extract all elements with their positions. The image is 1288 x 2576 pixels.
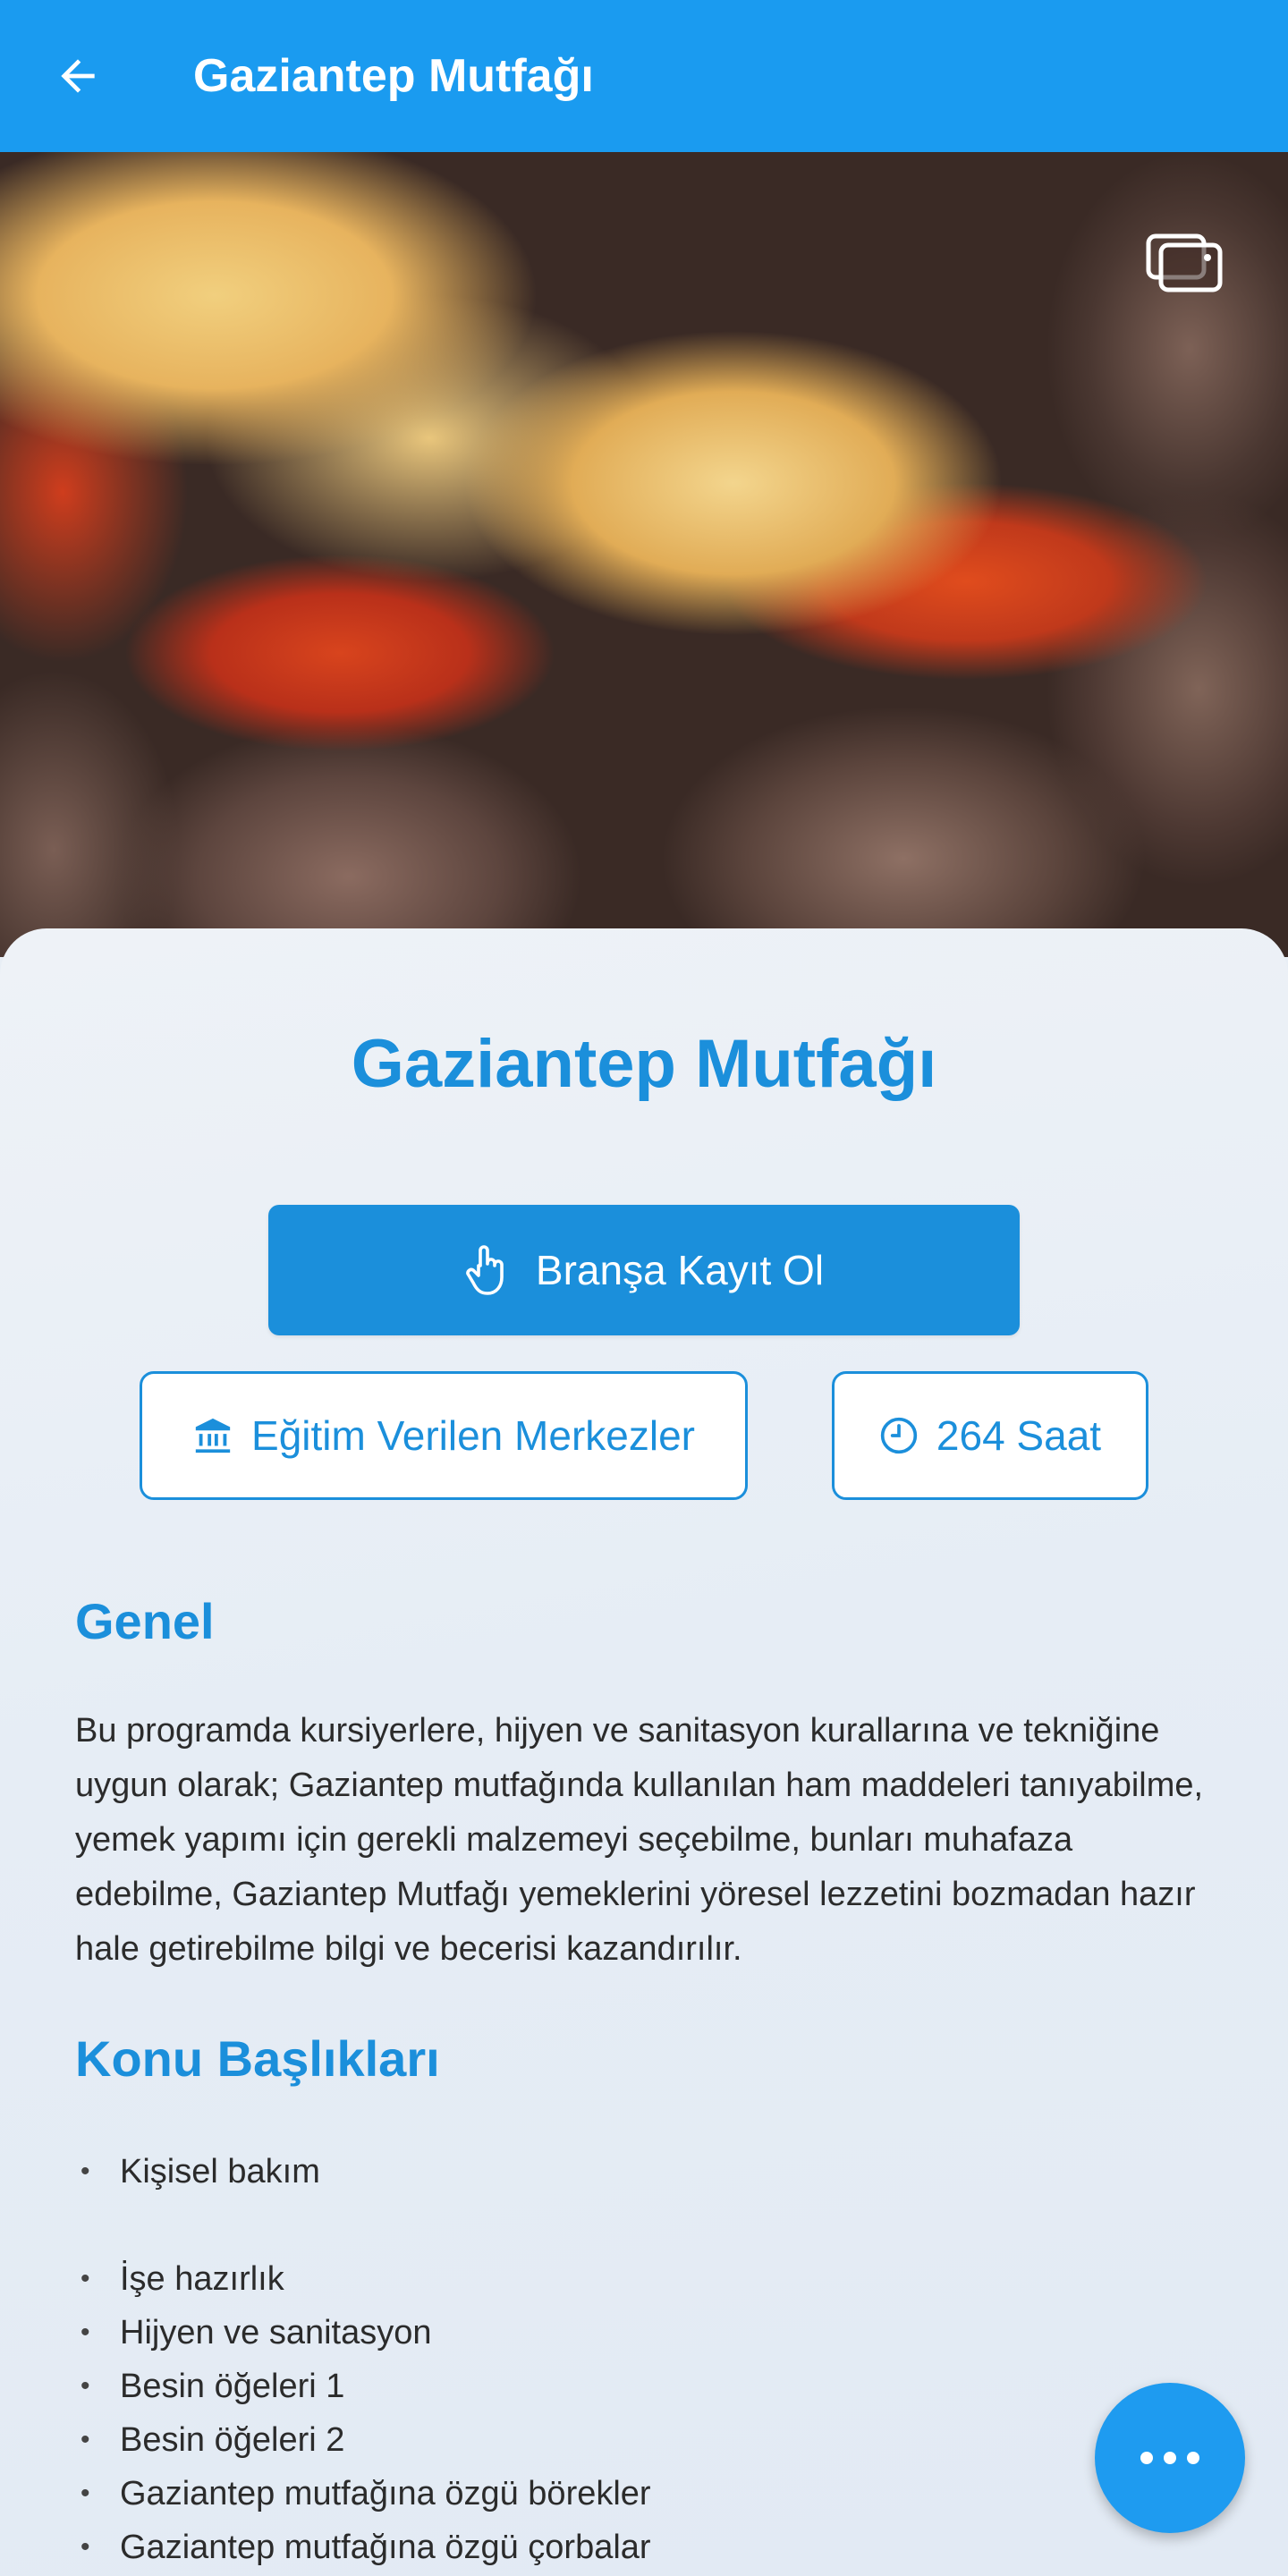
topics-list: • Kişisel bakım • İşe hazırlık • Hijyen ve …	[80, 2145, 1064, 2574]
list-item: • Gaziantep mutfağına özgü çorbalar	[80, 2529, 651, 2566]
register-button[interactable]: Branşa Kayıt Ol	[268, 1205, 1020, 1335]
app-bar-title: Gaziantep Mutfağı	[193, 50, 594, 102]
gallery-button[interactable]	[1145, 224, 1225, 295]
list-item: • Gaziantep mutfağına özgü börekler	[80, 2475, 651, 2512]
list-item: • İşe hazırlık	[80, 2260, 284, 2298]
list-item: • Kişisel bakım	[80, 2153, 320, 2190]
back-button[interactable]	[47, 45, 109, 107]
training-centers-button[interactable]: Eğitim Verilen Merkezler	[140, 1371, 748, 1500]
bank-icon	[195, 1418, 231, 1453]
list-item: • Hijyen ve sanitasyon	[80, 2314, 432, 2351]
arrow-left-icon	[61, 59, 95, 93]
register-label: Branşa Kayıt Ol	[535, 1247, 825, 1293]
list-item: • Besin öğeleri 1	[80, 2368, 345, 2405]
hours-button[interactable]: 264 Saat	[832, 1371, 1148, 1500]
topics-heading: Konu Başlıkları	[75, 2030, 440, 2087]
more-fab-button[interactable]	[1095, 2383, 1245, 2533]
hand-pointer-icon	[466, 1245, 504, 1295]
training-centers-label: Eğitim Verilen Merkezler	[251, 1412, 695, 1459]
clock-icon	[880, 1417, 918, 1454]
general-description: Bu programda kursiyerlere, hijyen ve san…	[75, 1712, 1204, 1968]
general-heading: Genel	[75, 1593, 215, 1649]
more-horizontal-icon	[1140, 2452, 1199, 2464]
hero-image	[0, 152, 1288, 957]
course-title: Gaziantep Mutfağı	[351, 1026, 937, 1102]
gallery-icon	[1146, 233, 1223, 292]
list-item: • Besin öğeleri 2	[80, 2421, 345, 2459]
app-bar: Gaziantep Mutfağı	[0, 0, 1288, 152]
hours-label: 264 Saat	[936, 1412, 1102, 1459]
